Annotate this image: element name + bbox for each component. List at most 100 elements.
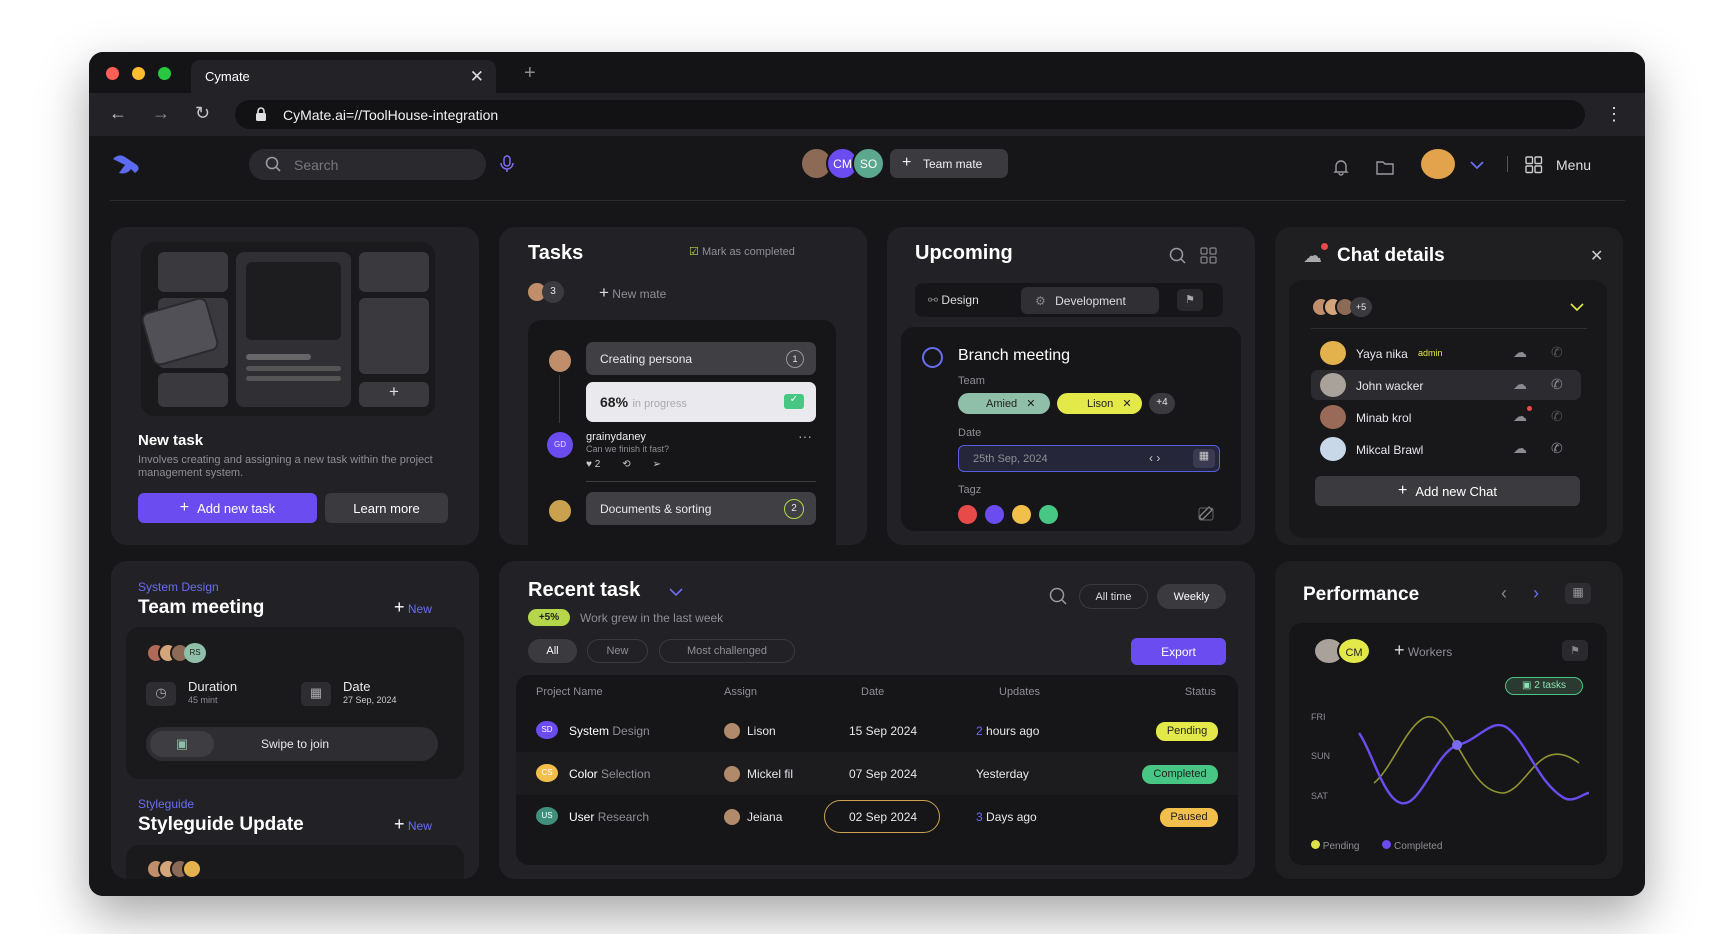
close-tab-icon[interactable]: ✕ xyxy=(470,67,484,87)
more-options-icon[interactable]: ··· xyxy=(798,428,812,444)
chevron-down-icon[interactable] xyxy=(669,588,683,597)
calendar-icon[interactable]: ▦ xyxy=(1193,449,1215,468)
tag-color-dot[interactable] xyxy=(985,505,1004,524)
row-date: 02 Sep 2024 xyxy=(849,810,918,824)
filter-new[interactable]: New xyxy=(587,639,648,663)
search-icon[interactable] xyxy=(1049,587,1067,605)
microphone-icon[interactable] xyxy=(500,155,514,172)
range-all-time[interactable]: All time xyxy=(1079,584,1148,609)
chat-member-row[interactable]: John wacker ☁ ✆ xyxy=(1311,370,1581,400)
chevron-down-icon[interactable] xyxy=(1470,160,1484,170)
team-mate-button[interactable]: + Team mate xyxy=(890,149,1008,178)
learn-more-button[interactable]: Learn more xyxy=(325,493,448,523)
maximize-window-dot[interactable] xyxy=(158,67,171,80)
next-icon[interactable]: › xyxy=(1533,583,1539,604)
back-icon[interactable]: ← xyxy=(109,103,127,124)
project-name-main: System xyxy=(569,724,610,738)
table-row[interactable]: SD System Design Lison 15 Sep 2024 2 hours a… xyxy=(516,709,1238,752)
event-radio[interactable] xyxy=(922,347,943,368)
more-members[interactable]: +5 xyxy=(1350,297,1372,317)
reload-icon[interactable]: ↻ xyxy=(195,103,210,124)
unread-dot xyxy=(1527,406,1532,411)
tag-color-dot[interactable] xyxy=(1039,505,1058,524)
grid-menu-icon[interactable] xyxy=(1525,156,1543,174)
team-chip-amied[interactable]: Amied ✕ xyxy=(958,393,1050,414)
tab-development[interactable]: ⚙ Development xyxy=(1021,287,1159,314)
menu-label[interactable]: Menu xyxy=(1556,157,1591,173)
phone-icon[interactable]: ✆ xyxy=(1551,344,1563,361)
search-icon xyxy=(265,156,281,172)
new-meeting-button[interactable]: + New xyxy=(394,597,432,618)
filter-all[interactable]: All xyxy=(528,639,577,663)
updates-number: 3 xyxy=(976,810,983,824)
user-avatar[interactable] xyxy=(1421,149,1455,179)
chat-bubble-icon[interactable]: ☁ xyxy=(1513,440,1527,457)
chat-member-row[interactable]: Mikcal Brawl ☁ ✆ xyxy=(1311,434,1581,464)
phone-icon[interactable]: ✆ xyxy=(1551,440,1563,457)
assignee-name: Jeiana xyxy=(747,810,783,824)
url-field[interactable]: CyMate.ai=//ToolHouse-integration xyxy=(235,100,1585,129)
chat-member-row[interactable]: Minab krol ☁ ✆ xyxy=(1311,402,1581,432)
phone-icon[interactable]: ✆ xyxy=(1551,408,1563,425)
member-name: Mikcal Brawl xyxy=(1356,443,1424,457)
close-window-dot[interactable] xyxy=(106,67,119,80)
lock-icon xyxy=(256,107,266,121)
export-button[interactable]: Export xyxy=(1131,638,1226,665)
close-icon[interactable]: ✕ xyxy=(1590,246,1603,266)
mark-completed-button[interactable]: ☑ Mark as completed xyxy=(689,245,795,258)
browser-menu-icon[interactable]: ⋮ xyxy=(1605,104,1623,125)
reply-icon[interactable]: ⟲ xyxy=(622,459,630,470)
plus-icon: + xyxy=(179,499,190,516)
bell-icon[interactable] xyxy=(1332,158,1350,176)
heart-icon[interactable]: ♥ xyxy=(586,459,592,470)
chat-bubble-icon[interactable]: ☁ xyxy=(1513,344,1527,361)
task-item-documents-sorting[interactable]: Documents & sorting 2 xyxy=(586,492,816,525)
chevron-down-icon[interactable] xyxy=(1570,303,1584,312)
updates-text: Days ago xyxy=(986,810,1037,824)
date-nav-arrows[interactable]: ‹ › xyxy=(1149,451,1160,465)
tag-color-dot[interactable] xyxy=(1012,505,1031,524)
send-icon[interactable]: ➢ xyxy=(653,459,661,470)
add-new-task-button[interactable]: + Add new task xyxy=(138,493,317,523)
flag-icon[interactable]: ⚑ xyxy=(1177,289,1203,311)
updates-number: 2 xyxy=(976,724,983,738)
previous-icon[interactable]: ‹ xyxy=(1501,583,1507,604)
phone-icon[interactable]: ✆ xyxy=(1551,376,1563,393)
search-input[interactable]: Search xyxy=(249,149,486,180)
chat-member-row[interactable]: Yaya nika admin ☁ ✆ xyxy=(1311,338,1581,368)
folder-icon[interactable] xyxy=(1375,158,1395,176)
new-meeting-button[interactable]: + New xyxy=(394,814,432,835)
edit-icon[interactable] xyxy=(1198,505,1216,521)
remove-chip-icon[interactable]: ✕ xyxy=(1122,398,1131,410)
filter-most-challenged[interactable]: Most challenged xyxy=(659,639,795,663)
team-more[interactable]: +4 xyxy=(1149,393,1175,414)
task-item-creating-persona[interactable]: Creating persona 1 xyxy=(586,342,816,375)
team-chip-lison[interactable]: Lison ✕ xyxy=(1057,393,1142,414)
tag-color-dot[interactable] xyxy=(958,505,977,524)
minimize-window-dot[interactable] xyxy=(132,67,145,80)
remove-chip-icon[interactable]: ✕ xyxy=(1026,398,1035,410)
swipe-to-join-slider[interactable]: ▣ Swipe to join xyxy=(146,727,438,761)
table-row[interactable]: CS Color Selection Mickel fil 07 Sep 2024 Y… xyxy=(516,752,1238,795)
search-icon[interactable] xyxy=(1169,247,1186,264)
range-weekly[interactable]: Weekly xyxy=(1157,584,1226,609)
project-name-sub: Selection xyxy=(601,767,651,781)
chart-legend: Pending Completed xyxy=(1311,840,1442,852)
grid-icon[interactable] xyxy=(1200,247,1217,264)
plus-icon: + xyxy=(902,154,912,171)
browser-tab[interactable]: Cymate ✕ xyxy=(191,60,496,93)
chat-bubble-icon[interactable]: ☁ xyxy=(1513,376,1527,393)
table-row[interactable]: US User Research Jeiana 02 Sep 2024 3 Days a… xyxy=(516,795,1238,838)
column-header: Assign xyxy=(724,686,758,698)
tab-design[interactable]: ⚯ Design xyxy=(928,293,979,307)
video-icon[interactable]: ▣ xyxy=(150,731,214,757)
add-new-chat-button[interactable]: + Add new Chat xyxy=(1315,476,1580,506)
forward-icon[interactable]: → xyxy=(152,103,170,124)
notification-dot xyxy=(1321,243,1328,250)
new-mate-button[interactable]: + New mate xyxy=(599,283,666,303)
chat-bubble-icon[interactable]: ☁ xyxy=(1513,408,1527,425)
new-tab-icon[interactable]: + xyxy=(524,62,536,85)
team-avatar-so[interactable]: SO xyxy=(852,147,885,180)
date-field[interactable]: 25th Sep, 2024 ‹ › ▦ xyxy=(958,445,1220,472)
calendar-icon[interactable]: ▦ xyxy=(1565,583,1591,604)
